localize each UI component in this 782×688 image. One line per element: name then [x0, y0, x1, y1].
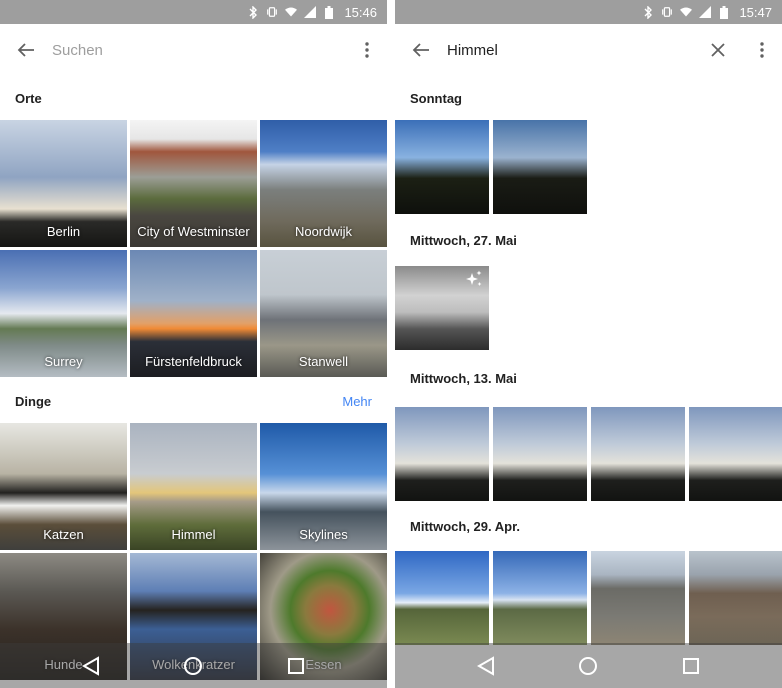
thing-tile-katzen[interactable]: Katzen	[0, 423, 127, 550]
screen-divider	[387, 0, 395, 688]
places-section-title: Orte	[15, 90, 42, 106]
places-grid: Berlin City of Westminster Noordwijk Sur…	[0, 120, 387, 377]
vibrate-icon	[266, 5, 278, 19]
status-time: 15:46	[344, 4, 377, 20]
place-tile-surrey[interactable]: Surrey	[0, 250, 127, 377]
tile-label: Fürstenfeldbruck	[145, 354, 242, 369]
tile-label: Himmel	[171, 527, 216, 542]
back-button[interactable]	[395, 24, 447, 76]
thing-tile-himmel[interactable]: Himmel	[130, 423, 257, 550]
nav-recents-icon	[287, 657, 304, 674]
photo-thumbnail[interactable]	[395, 266, 489, 350]
nav-home-icon	[184, 656, 203, 675]
photo-thumbnail[interactable]	[395, 120, 489, 214]
nav-recents-button[interactable]	[667, 646, 715, 686]
status-time: 15:47	[739, 4, 772, 20]
signal-icon	[304, 5, 317, 19]
nav-home-icon	[579, 656, 598, 675]
place-tile-noordwijk[interactable]: Noordwijk	[260, 120, 387, 247]
bluetooth-icon	[642, 5, 654, 19]
photo-thumbnail[interactable]	[689, 551, 782, 645]
system-nav-bar	[0, 643, 387, 688]
date-header: Sonntag	[410, 90, 462, 106]
search-content: Orte Berlin City of Westminster Noordwij…	[0, 76, 387, 688]
nav-back-icon	[82, 655, 100, 676]
tile-label: Berlin	[46, 224, 81, 239]
back-button[interactable]	[0, 24, 52, 76]
search-results-screen: 15:47 Himmel Sonntag Mittwoch, 27. Mai M…	[395, 0, 782, 688]
system-nav-bar	[395, 643, 782, 688]
search-input[interactable]: Suchen	[52, 42, 347, 59]
photo-thumbnail[interactable]	[395, 407, 489, 501]
search-results: Sonntag Mittwoch, 27. Mai Mittwoch, 13. …	[395, 76, 782, 688]
more-options-button[interactable]	[742, 24, 782, 76]
status-bar: 15:46	[0, 0, 387, 24]
status-bar: 15:47	[395, 0, 782, 24]
photo-row	[395, 120, 782, 214]
photo-thumbnail[interactable]	[493, 551, 587, 645]
photo-thumbnail[interactable]	[493, 407, 587, 501]
nav-back-icon	[477, 655, 495, 676]
tile-label: Stanwell	[298, 354, 349, 369]
photo-row	[395, 407, 782, 501]
more-options-button[interactable]	[347, 24, 387, 76]
photo-thumbnail[interactable]	[591, 407, 685, 501]
thing-tile-skylines[interactable]: Skylines	[260, 423, 387, 550]
nav-back-button[interactable]	[67, 646, 115, 686]
places-section-header: Orte	[0, 76, 387, 120]
more-vert-icon	[365, 42, 369, 58]
tile-label: Noordwijk	[294, 224, 353, 239]
bluetooth-icon	[247, 5, 259, 19]
nav-home-button[interactable]	[169, 646, 217, 686]
signal-icon	[699, 5, 712, 19]
more-link[interactable]: Mehr	[342, 394, 372, 409]
tile-label: Skylines	[299, 527, 348, 542]
clear-search-button[interactable]	[694, 24, 742, 76]
battery-icon	[718, 5, 730, 19]
search-screen-overview: 15:46 Suchen Orte Berlin City of Westmin…	[0, 0, 387, 688]
date-header: Mittwoch, 29. Apr.	[410, 518, 521, 534]
place-tile-berlin[interactable]: Berlin	[0, 120, 127, 247]
nav-recents-button[interactable]	[272, 646, 320, 686]
date-header: Mittwoch, 13. Mai	[410, 371, 517, 386]
date-header: Mittwoch, 27. Mai	[410, 232, 517, 248]
nav-back-button[interactable]	[462, 646, 510, 686]
photo-thumbnail[interactable]	[395, 551, 489, 645]
place-tile-fuerstenfeldbruck[interactable]: Fürstenfeldbruck	[130, 250, 257, 377]
arrow-back-icon	[17, 43, 34, 57]
tile-label: Katzen	[43, 527, 84, 542]
close-icon	[711, 43, 725, 57]
wifi-icon	[285, 5, 298, 19]
battery-icon	[323, 5, 335, 19]
photo-thumbnail[interactable]	[591, 551, 685, 645]
nav-home-button[interactable]	[564, 646, 612, 686]
wifi-icon	[680, 5, 693, 19]
tile-label: City of Westminster	[137, 224, 250, 239]
photo-thumbnail[interactable]	[689, 407, 782, 501]
search-app-bar: Himmel	[395, 24, 782, 76]
photo-thumbnail[interactable]	[493, 120, 587, 214]
place-tile-city-of-westminster[interactable]: City of Westminster	[130, 120, 257, 247]
nav-recents-icon	[682, 657, 699, 674]
things-section-title: Dinge	[15, 393, 52, 409]
auto-enhance-icon	[466, 270, 482, 286]
place-tile-stanwell[interactable]: Stanwell	[260, 250, 387, 377]
things-section-header: Dinge Mehr	[0, 379, 387, 423]
more-vert-icon	[760, 42, 764, 58]
arrow-back-icon	[412, 43, 429, 57]
search-input[interactable]: Himmel	[447, 42, 694, 59]
vibrate-icon	[661, 5, 673, 19]
search-app-bar: Suchen	[0, 24, 387, 76]
tile-label: Surrey	[44, 354, 83, 369]
photo-row	[395, 551, 782, 645]
things-grid: Katzen Himmel Skylines Hunde Wolkenkratz…	[0, 423, 387, 680]
photo-row	[395, 266, 782, 350]
